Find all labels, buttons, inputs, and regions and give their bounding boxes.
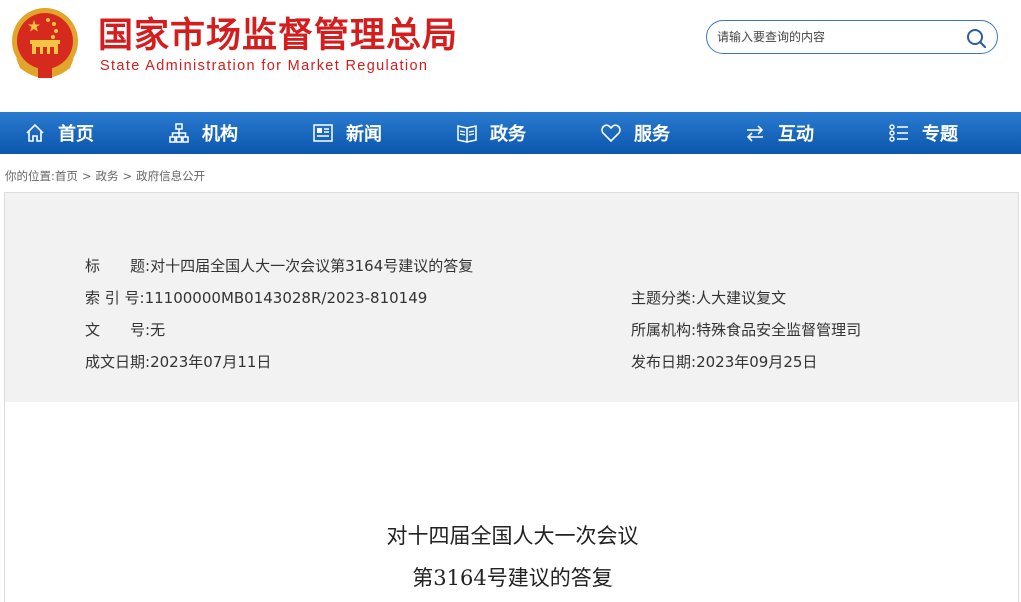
site-title-cn[interactable]: 国家市场监督管理总局 <box>98 14 458 58</box>
nav-item-interact[interactable]: 互动 <box>744 112 814 154</box>
article-title-line1: 对十四届全国人大一次会议 <box>386 524 639 548</box>
site-title-en: State Administration for Market Regulati… <box>100 58 429 74</box>
info-value-org: 特殊食品安全监督管理司 <box>696 321 862 339</box>
exchange-icon <box>746 125 764 142</box>
search-box <box>706 20 998 54</box>
list-icon <box>889 124 908 142</box>
search-input[interactable] <box>717 25 957 49</box>
article-title-line2: 第3164号建议的答复 <box>412 566 613 590</box>
nav-item-news[interactable]: 新闻 <box>312 112 382 154</box>
info-topic-row: 主题分类:人大建议复文 <box>631 287 786 309</box>
info-label: 标 题: <box>85 257 151 275</box>
breadcrumb-affairs[interactable]: 政务 <box>96 169 119 183</box>
org-icon <box>169 123 189 143</box>
nav-item-topics[interactable]: 专题 <box>888 112 958 154</box>
info-docno-row: 文 号:无 <box>85 319 165 341</box>
breadcrumb-sep: > <box>122 169 133 183</box>
breadcrumb-sep: > <box>81 169 92 183</box>
info-label: 文 号: <box>85 321 151 339</box>
nav-label: 互动 <box>778 124 814 145</box>
info-value-topic: 人大建议复文 <box>696 289 787 307</box>
breadcrumb-gov-info[interactable]: 政府信息公开 <box>136 169 205 183</box>
nav-item-org[interactable]: 机构 <box>168 112 238 154</box>
info-org-row: 所属机构:特殊食品安全监督管理司 <box>631 319 861 341</box>
site-header: 国家市场监督管理总局 State Administration for Mark… <box>0 0 1021 112</box>
nav-item-service[interactable]: 服务 <box>600 112 670 154</box>
info-title-row: 标 题:对十四届全国人大一次会议第3164号建议的答复 <box>85 255 473 277</box>
info-index-row: 索 引 号:11100000MB0143028R/2023-810149 <box>85 287 427 309</box>
news-icon <box>313 124 333 142</box>
search-icon[interactable] <box>965 27 987 49</box>
nav-label: 专题 <box>922 124 958 145</box>
document-info-panel: 标 题:对十四届全国人大一次会议第3164号建议的答复 索 引 号:111000… <box>4 192 1019 403</box>
nav-label: 新闻 <box>346 124 382 145</box>
nav-label: 服务 <box>634 124 670 145</box>
breadcrumb-home[interactable]: 首页 <box>55 169 78 183</box>
main-nav: 首页 机构 新闻 政务 服务 互动 专题 <box>0 112 1021 154</box>
info-value-pubdate: 2023年09月25日 <box>696 353 818 371</box>
info-value-title: 对十四届全国人大一次会议第3164号建议的答复 <box>150 257 474 275</box>
nav-item-home[interactable]: 首页 <box>24 112 94 154</box>
info-label: 成文日期: <box>85 353 151 371</box>
heart-icon <box>601 124 621 143</box>
info-label: 发布日期: <box>631 353 697 371</box>
breadcrumb: 你的位置:首页 > 政务 > 政府信息公开 <box>5 168 205 184</box>
nav-item-affairs[interactable]: 政务 <box>456 112 526 154</box>
info-pubdate-row: 发布日期:2023年09月25日 <box>631 351 817 373</box>
info-value-index: 11100000MB0143028R/2023-810149 <box>144 289 428 307</box>
breadcrumb-prefix: 你的位置: <box>5 169 55 183</box>
home-icon <box>26 123 44 142</box>
nav-label: 政务 <box>490 124 526 145</box>
info-label: 索 引 号: <box>85 289 145 307</box>
info-label: 所属机构: <box>631 321 697 339</box>
info-label: 主题分类: <box>631 289 697 307</box>
info-value-docno: 无 <box>150 321 166 339</box>
national-emblem-icon[interactable] <box>10 6 80 80</box>
nav-label: 机构 <box>202 124 238 145</box>
nav-label: 首页 <box>58 124 94 145</box>
info-value-date: 2023年07月11日 <box>150 353 272 371</box>
affairs-icon <box>457 125 477 143</box>
article-content: 对十四届全国人大一次会议 第3164号建议的答复 <box>4 402 1019 602</box>
info-date-row: 成文日期:2023年07月11日 <box>85 351 271 373</box>
